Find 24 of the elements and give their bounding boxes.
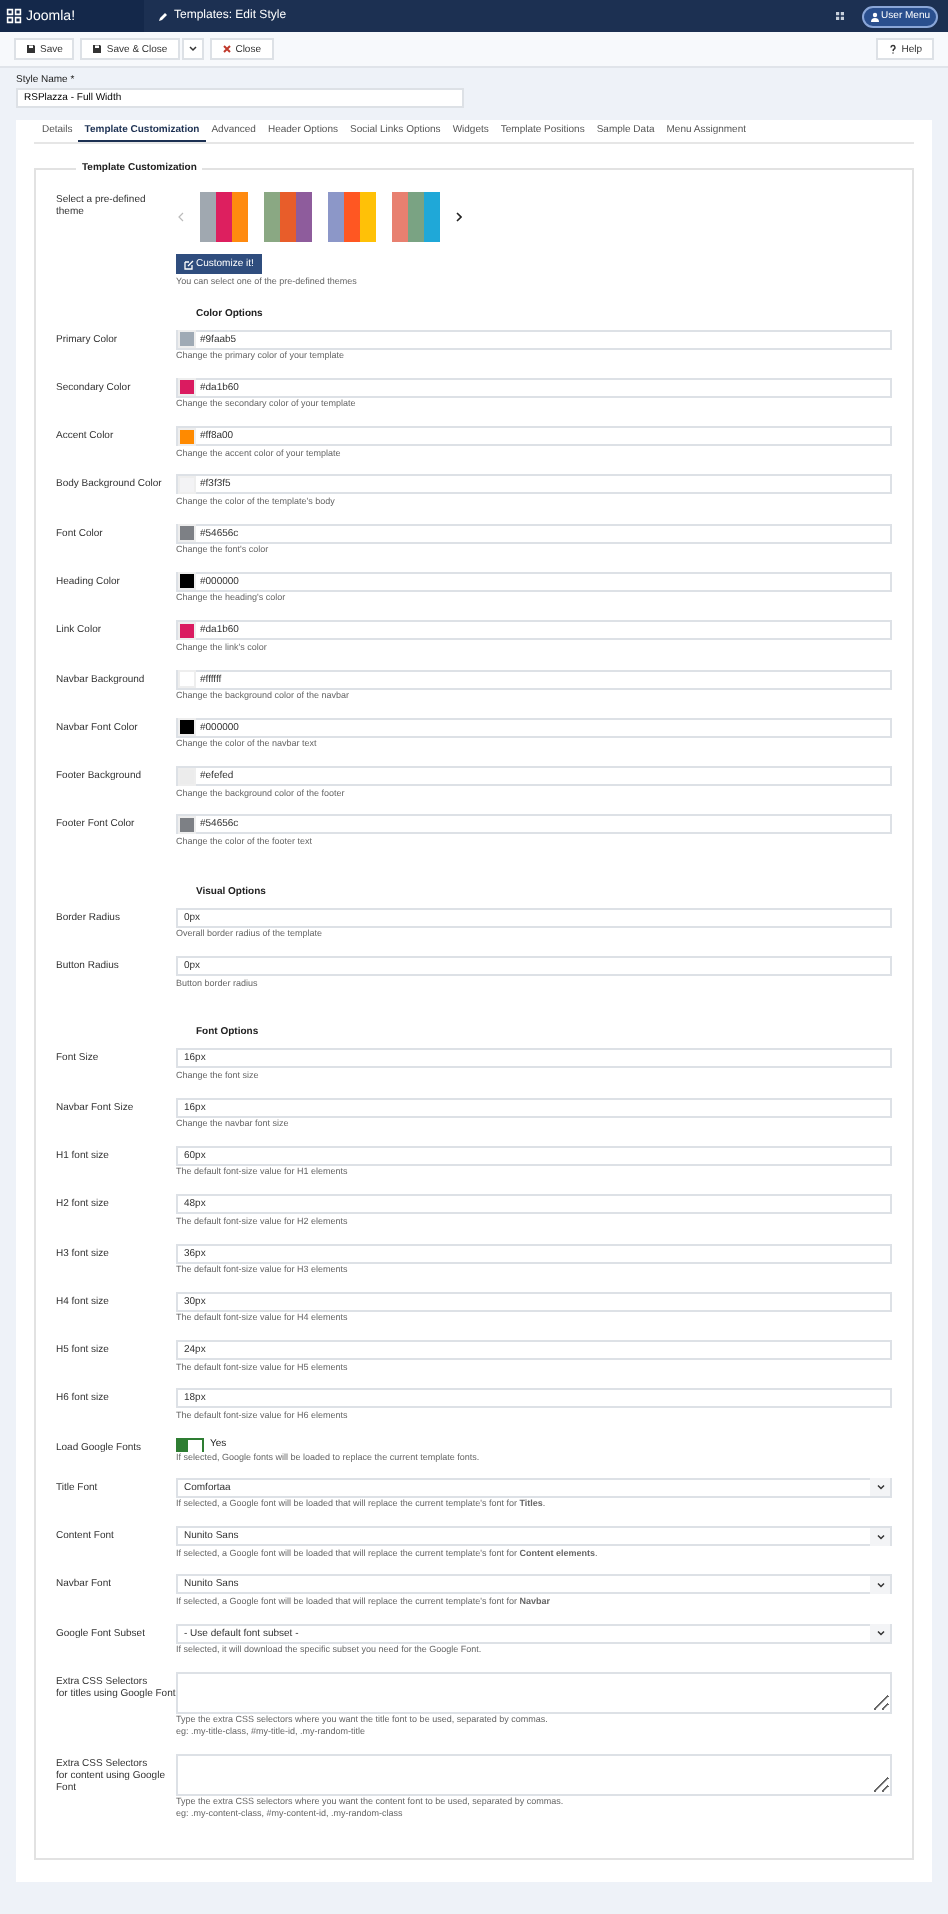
chevron-left-icon[interactable]: [178, 212, 184, 222]
close-icon: [221, 44, 232, 54]
caret-icon: [187, 44, 198, 54]
dropdown-button[interactable]: [181, 38, 204, 60]
chevron-down-icon: [875, 1579, 885, 1590]
toggle-switch[interactable]: [176, 1437, 204, 1452]
question-icon: [887, 44, 898, 54]
textarea-field[interactable]: [176, 1753, 892, 1796]
theme-swatch[interactable]: [392, 192, 440, 242]
save-icon: [92, 44, 103, 54]
logo-icon: [6, 8, 22, 24]
theme-swatch[interactable]: [328, 192, 376, 242]
theme-swatch[interactable]: [264, 192, 312, 242]
textarea-field[interactable]: [176, 1671, 892, 1714]
edit-icon: [184, 259, 194, 269]
theme-swatch[interactable]: [200, 192, 248, 242]
save-icon: [26, 44, 36, 54]
grid-icon[interactable]: [835, 12, 844, 20]
chevron-down-icon: [875, 1531, 885, 1542]
pencil-icon: [158, 11, 168, 21]
chevron-down-icon: [875, 1482, 885, 1493]
chevron-right-icon[interactable]: [456, 212, 462, 222]
chevron-down-icon: [875, 1628, 885, 1639]
user-icon: [869, 11, 880, 21]
